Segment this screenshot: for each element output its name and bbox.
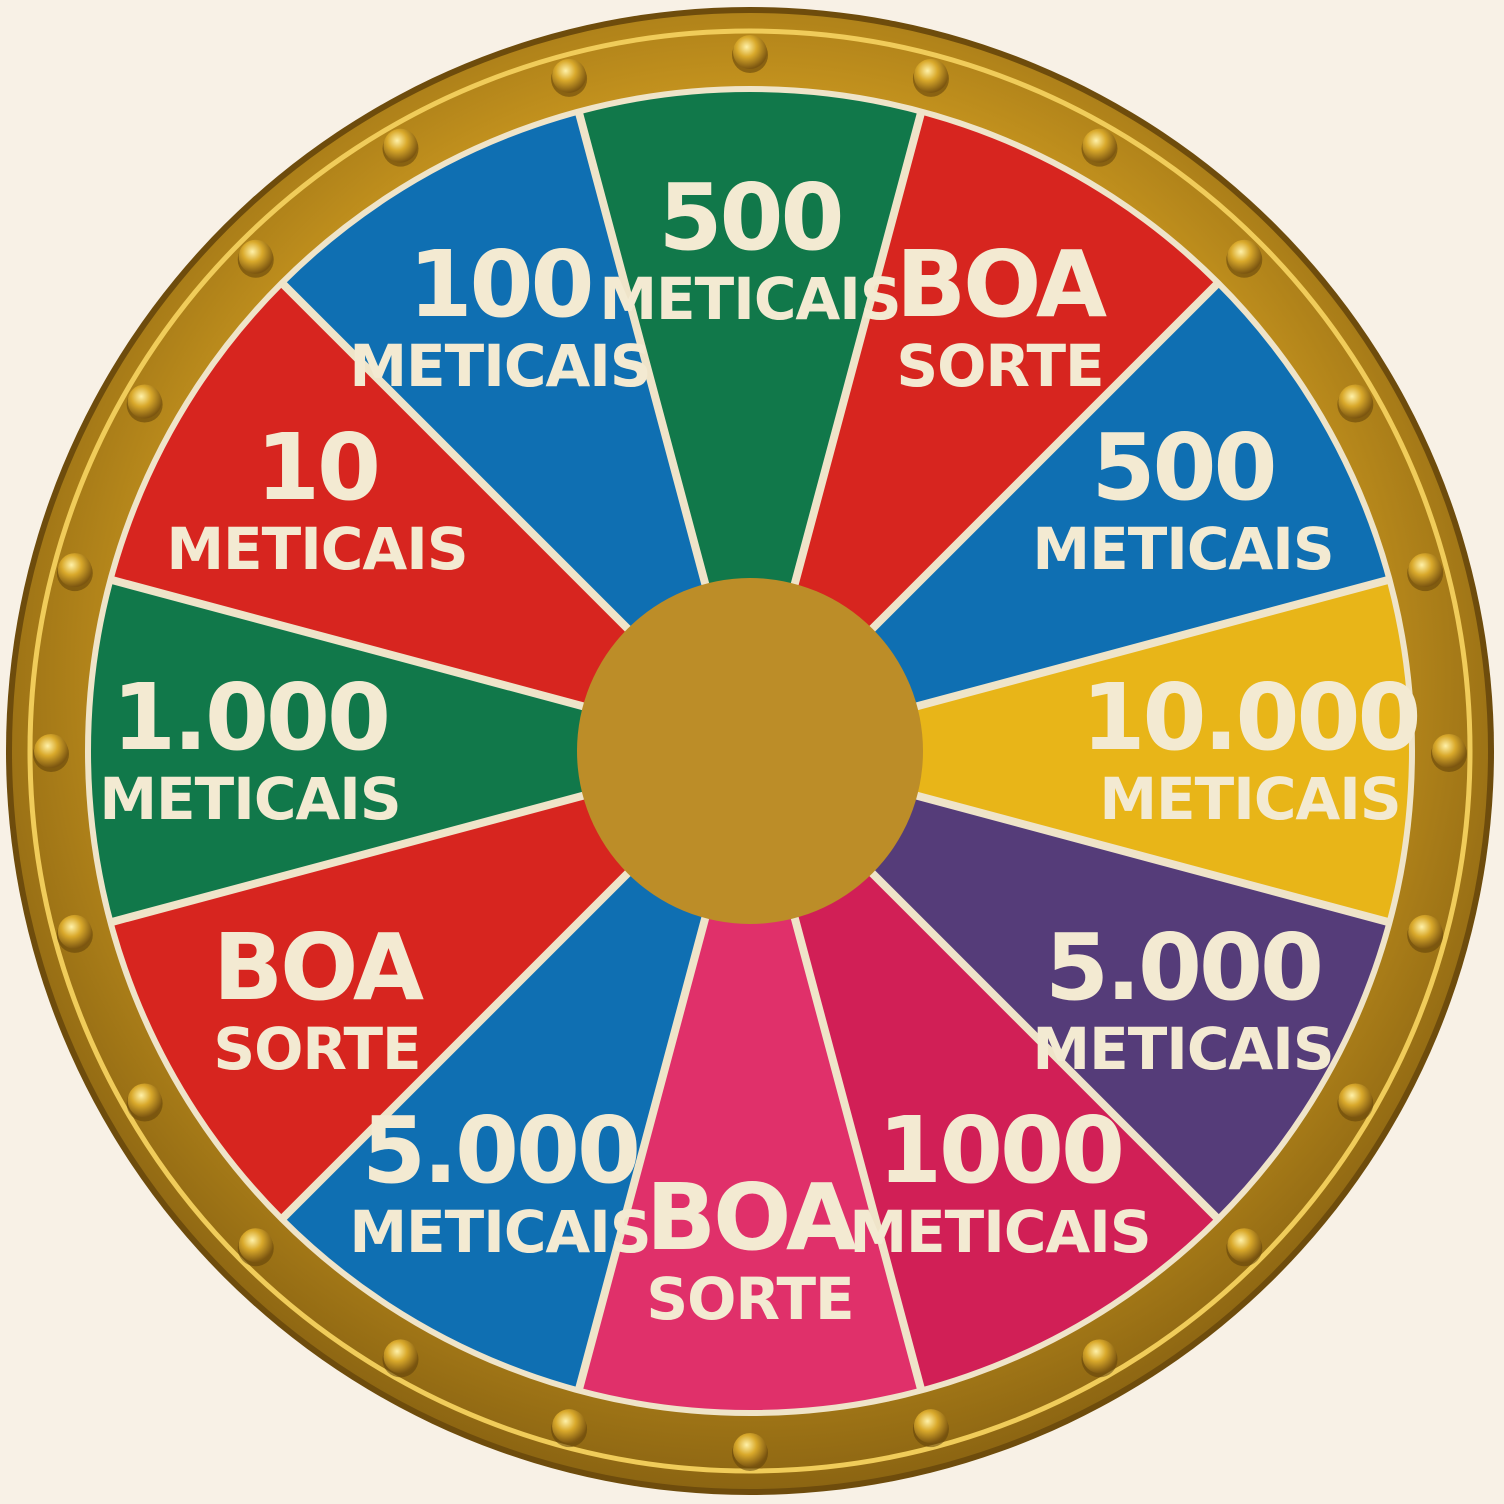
segment-value-label: 1.000 [112,664,388,771]
rim-stud [1227,239,1262,274]
segment-value-label: 5.000 [1045,914,1321,1021]
segment-unit-label: METICAIS [1032,515,1333,583]
rim-stud [913,1409,948,1444]
segment-value-label: BOA [896,231,1107,338]
rim-stud [1082,1339,1117,1374]
segment-value-label: 10.000 [1081,664,1418,771]
prize-wheel[interactable]: 500 METICAIS BOA SORTE 500 METICAIS 10.000 METI… [0,0,1504,1504]
rim-stud [913,58,948,93]
segment-unit-label: METICAIS [349,1198,650,1266]
rim-stud [1408,914,1443,949]
segment-value-label: 10 [256,414,378,521]
rim-stud [1408,553,1443,588]
rim-stud [1338,1083,1373,1118]
rim-stud [733,1433,767,1467]
wheel-hub[interactable] [577,578,923,924]
segment-unit-label: METICAIS [166,515,467,583]
rim-stud [34,734,68,768]
rim-stud [1338,384,1373,419]
segment-value-label: 500 [658,164,841,271]
segment-unit-label: METICAIS [99,765,400,833]
rim-stud [57,553,92,588]
segment-unit-label: SORTE [646,1265,853,1333]
segment-value-label: 500 [1091,414,1274,521]
rim-stud [57,914,92,949]
segment-unit-label: METICAIS [1099,765,1400,833]
segment-value-label: 100 [408,231,591,338]
rim-stud [1227,1228,1262,1263]
segment-value-label: 5.000 [362,1097,638,1204]
rim-stud [127,1083,162,1118]
segment-unit-label: METICAIS [599,265,900,333]
rim-stud [383,1339,418,1374]
segment-unit-label: METICAIS [349,332,650,400]
segment-value-label: 1000 [878,1097,1122,1204]
rim-stud [733,35,767,69]
segment-unit-label: METICAIS [849,1198,1150,1266]
rim-stud [1432,734,1466,768]
segment-unit-label: SORTE [213,1015,420,1083]
rim-stud [127,384,162,419]
rim-stud [1082,128,1117,163]
segment-unit-label: METICAIS [1032,1015,1333,1083]
prize-wheel-graphic: 500METICAISBOASORTE500METICAIS10.000METI… [6,7,1494,1495]
rim-stud [238,239,273,274]
rim-stud [383,128,418,163]
rim-stud [552,58,587,93]
segment-value-label: BOA [213,914,424,1021]
segment-value-label: BOA [646,1164,857,1271]
rim-stud [238,1228,273,1263]
rim-stud [552,1409,587,1444]
segment-unit-label: SORTE [896,332,1103,400]
